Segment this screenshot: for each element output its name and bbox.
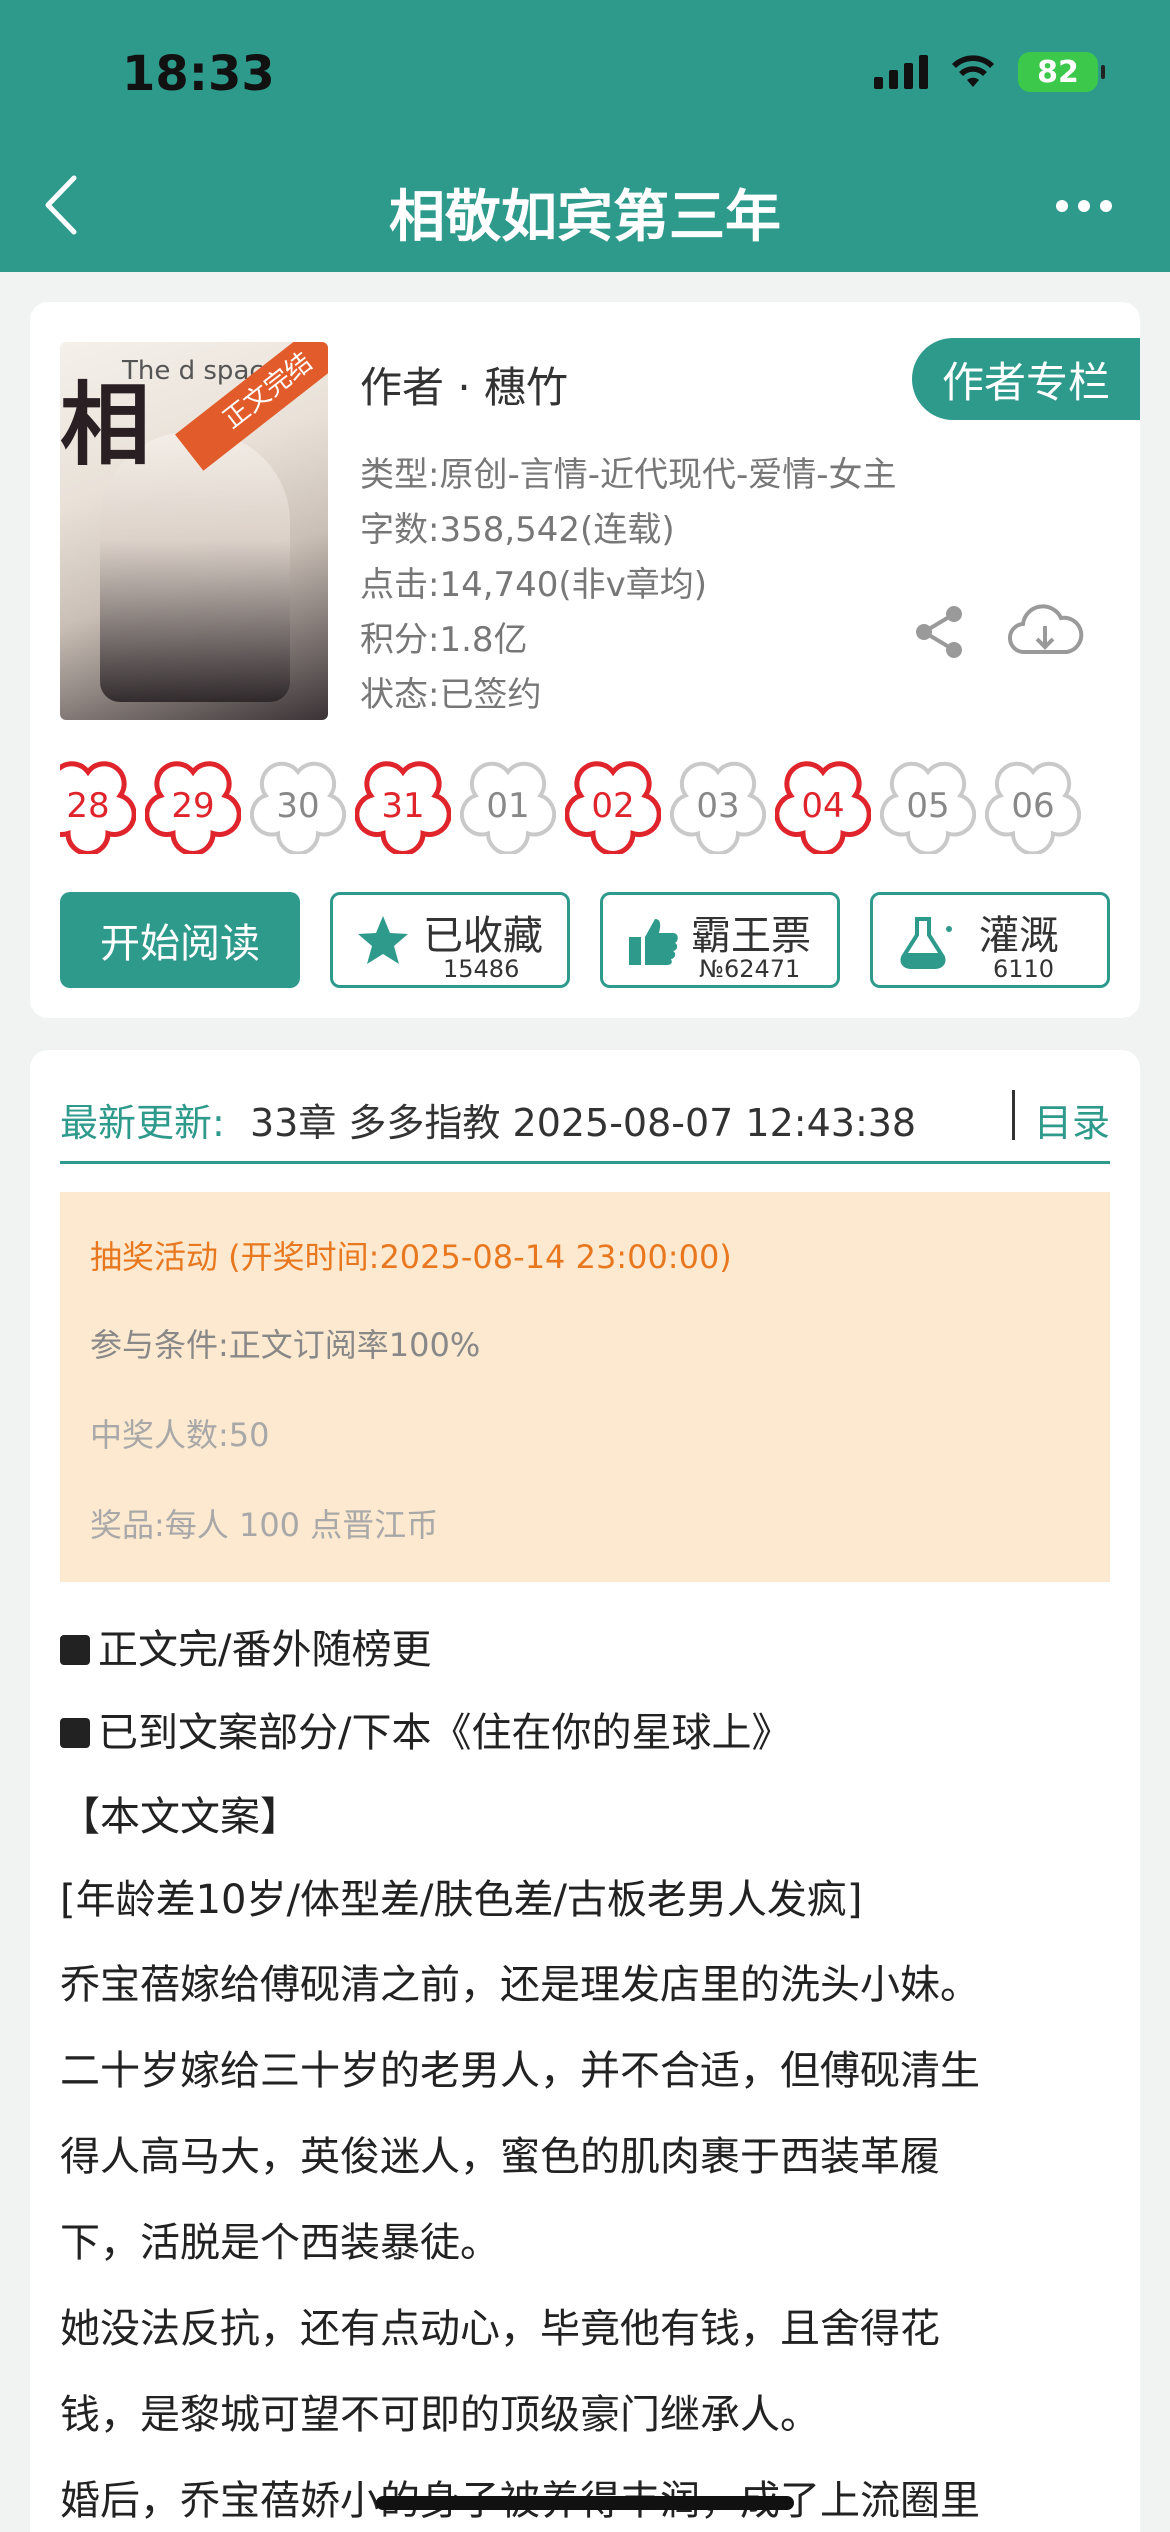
update-date-strip: 28 29 30 31 01 02 03 04 05 06 — [60, 758, 1140, 858]
status-time: 18:33 — [122, 46, 275, 102]
lottery-title: 抽奖活动 (开奖时间:2025-08-14 23:00:00) — [90, 1238, 732, 1276]
irrigate-label: 灌溉 — [979, 913, 1059, 959]
lottery-winners: 中奖人数:50 — [90, 1416, 270, 1454]
latest-update-label: 最新更新: — [60, 1101, 225, 1145]
synopsis-line: 已到文案部分/下本《住在你的星球上》 — [60, 1690, 1120, 1776]
meta-clicks: 点击:14,740(非v章均) — [360, 565, 708, 605]
synopsis-line-text: 正文完/番外随榜更 — [98, 1627, 432, 1673]
date-label: 31 — [381, 786, 425, 826]
date-flower-04: 04 — [774, 758, 872, 856]
synopsis-line: 【本文文案】 — [60, 1794, 300, 1840]
signal-icon — [874, 55, 928, 89]
collected-button[interactable]: 已收藏 15486 — [330, 892, 570, 988]
lottery-condition: 参与条件:正文订阅率100% — [90, 1326, 481, 1364]
share-icon[interactable] — [910, 602, 970, 662]
overlord-ticket-count: №62471 — [699, 955, 801, 983]
collected-label: 已收藏 — [423, 913, 543, 959]
date-label: 04 — [801, 786, 845, 826]
divider — [1012, 1090, 1015, 1140]
synopsis-line-text: 已到文案部分/下本《住在你的星球上》 — [98, 1710, 792, 1756]
date-flower-05: 05 — [879, 758, 977, 856]
date-label: 30 — [276, 786, 320, 826]
date-flower-06: 06 — [984, 758, 1082, 856]
home-indicator — [376, 2496, 794, 2510]
watering-flask-icon — [900, 917, 952, 969]
update-underline — [60, 1161, 1110, 1164]
meta-score: 积分:1.8亿 — [360, 620, 528, 660]
synopsis-line: 正文完/番外随榜更 — [60, 1610, 1120, 1690]
date-flower-02: 02 — [564, 758, 662, 856]
toc-link[interactable]: 目录 — [1034, 1092, 1110, 1147]
status-icons: 82 — [874, 52, 1105, 92]
synopsis-line: [年龄差10岁/体型差/肤色差/古板老男人发疯] — [60, 1877, 863, 1923]
date-label: 02 — [591, 786, 635, 826]
synopsis-line: 得人高马大，英俊迷人，蜜色的肌肉裹于西装革履 — [60, 2134, 940, 2180]
date-flower-31: 31 — [354, 758, 452, 856]
collected-count: 15486 — [443, 955, 520, 983]
book-details-card: 最新更新: 33章 多多指教 2025-08-07 12:43:38 目录 抽奖… — [30, 1050, 1140, 2532]
date-label: 28 — [66, 786, 110, 826]
date-label: 01 — [486, 786, 530, 826]
meta-word-count: 字数:358,542(连载) — [360, 510, 675, 550]
synopsis-line: 婚后，乔宝蓓娇小的身子被养得丰润，成了上流圈里 — [60, 2458, 1120, 2532]
date-flower-29: 29 — [144, 758, 242, 856]
book-meta: 类型:原创-言情-近代现代-爱情-女主 字数:358,542(连载) 点击:14… — [360, 448, 897, 723]
book-info-card: 相 The d space 正文完结 作者 · 穗竹 作者专栏 类型:原创-言情… — [30, 302, 1140, 1018]
synopsis-line: 乔宝蓓嫁给傅砚清之前，还是理发店里的洗头小妹。 — [60, 1962, 980, 2008]
star-icon — [358, 916, 408, 964]
battery-level: 82 — [1037, 54, 1079, 90]
thumbs-up-icon — [629, 919, 678, 965]
synopsis-line: 她没法反抗，还有点动心，毕竟他有钱，且舍得花 — [60, 2306, 940, 2352]
square-bullet-icon — [60, 1635, 90, 1665]
lottery-box: 抽奖活动 (开奖时间:2025-08-14 23:00:00) 参与条件:正文订… — [60, 1192, 1110, 1582]
synopsis-line: 钱，是黎城可望不可即的顶级豪门继承人。 — [60, 2392, 820, 2438]
irrigate-button[interactable]: 灌溉 6110 — [870, 892, 1110, 988]
author-column-button[interactable]: 作者专栏 — [912, 338, 1140, 420]
meta-genre: 类型:原创-言情-近代现代-爱情-女主 — [360, 455, 897, 495]
synopsis: 正文完/番外随榜更 已到文案部分/下本《住在你的星球上》 【本文文案】 [年龄差… — [60, 1610, 1120, 2532]
top-bar: 18:33 82 相敬如宾第三年 — [0, 0, 1170, 272]
date-label: 06 — [1011, 786, 1055, 826]
lottery-prize: 奖品:每人 100 点晋江币 — [90, 1506, 439, 1544]
start-reading-button[interactable]: 开始阅读 — [60, 892, 300, 988]
overlord-ticket-button[interactable]: 霸王票 №62471 — [600, 892, 840, 988]
date-label: 05 — [906, 786, 950, 826]
book-cover[interactable]: 相 The d space 正文完结 — [60, 342, 328, 720]
cloud-download-icon[interactable] — [1005, 602, 1085, 662]
wifi-icon — [952, 55, 994, 87]
overlord-ticket-label: 霸王票 — [691, 913, 811, 959]
synopsis-line: 下，活脱是个西装暴徒。 — [60, 2220, 500, 2266]
synopsis-line: 二十岁嫁给三十岁的老男人，并不合适，但傅砚清生 — [60, 2048, 980, 2094]
meta-status: 状态:已签约 — [360, 675, 542, 715]
date-flower-03: 03 — [669, 758, 767, 856]
page-title: 相敬如宾第三年 — [389, 185, 781, 250]
battery-icon: 82 — [1018, 52, 1105, 92]
irrigate-count: 6110 — [993, 955, 1055, 983]
date-flower-30: 30 — [249, 758, 347, 856]
square-bullet-icon — [60, 1718, 90, 1748]
author-name[interactable]: 作者 · 穗竹 — [360, 354, 568, 415]
more-icon[interactable] — [1056, 200, 1112, 212]
latest-update-text[interactable]: 33章 多多指教 2025-08-07 12:43:38 — [250, 1092, 990, 1147]
date-flower-28: 28 — [60, 758, 137, 856]
date-label: 29 — [171, 786, 215, 826]
date-flower-01: 01 — [459, 758, 557, 856]
latest-update-row[interactable]: 最新更新: 33章 多多指教 2025-08-07 12:43:38 目录 — [60, 1080, 1110, 1150]
date-label: 03 — [696, 786, 740, 826]
